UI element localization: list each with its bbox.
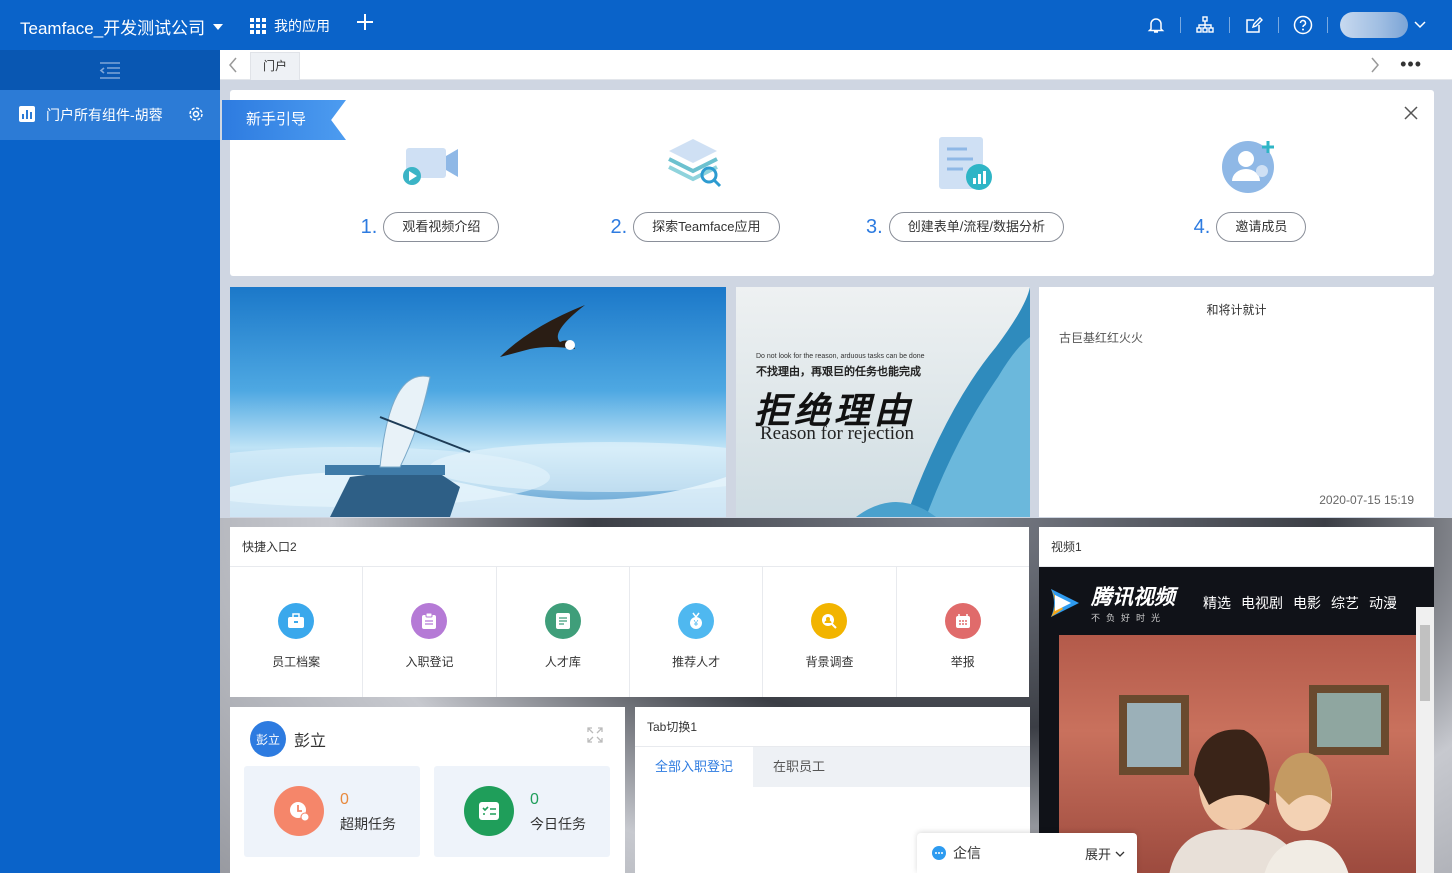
guide-step-2: 2. 探索Teamface应用 xyxy=(595,130,795,242)
tab-all-onboarding[interactable]: 全部入职登记 xyxy=(635,747,754,787)
guide-step-4: 4. 邀请成员 xyxy=(1150,130,1350,242)
video-nav-item[interactable]: 电影 xyxy=(1293,593,1321,613)
quick-item-report[interactable]: 举报 xyxy=(897,567,1029,697)
task-profile-card: 彭立 彭立 0 超期任务 0 今日任务 xyxy=(230,707,625,873)
overdue-tasks-stat[interactable]: 0 超期任务 xyxy=(244,766,420,857)
chat-bubble-icon xyxy=(931,845,947,861)
chevron-down-icon xyxy=(1115,851,1125,857)
watch-video-button[interactable]: 观看视频介绍 xyxy=(383,212,500,242)
chevron-down-icon[interactable] xyxy=(1408,13,1432,37)
recommend-icon: ¥ xyxy=(678,603,715,639)
user-avatar[interactable] xyxy=(1340,12,1408,38)
avatar: 彭立 xyxy=(250,721,286,757)
tencent-video-logo: 腾讯视频 不负好时光 xyxy=(1047,581,1175,624)
video-nav-item[interactable]: 电视剧 xyxy=(1241,593,1283,613)
video-camera-icon xyxy=(395,130,465,200)
top-bar: Teamface_开发测试公司 我的应用 xyxy=(0,0,1452,50)
note-date: 2020-07-15 15:19 xyxy=(1319,493,1414,507)
briefcase-icon xyxy=(278,603,315,639)
quick-item-recommend[interactable]: ¥ 推荐人才 xyxy=(630,567,764,697)
tab-portal[interactable]: 门户 xyxy=(250,52,301,80)
video-card: 视频1 腾讯视频 不负好时光 精选 电视剧 电影 综艺 动漫 xyxy=(1039,527,1434,873)
banner-image-slogan[interactable]: Do not look for the reason, arduous task… xyxy=(736,287,1030,517)
calendar-icon xyxy=(944,603,981,639)
create-form-button[interactable]: 创建表单/流程/数据分析 xyxy=(888,212,1064,242)
help-icon[interactable] xyxy=(1291,13,1315,37)
quick-item-employee-files[interactable]: 员工档案 xyxy=(230,567,364,697)
grid-icon xyxy=(250,18,266,34)
quick-entry-card: 快捷入口2 员工档案 入职登记 人才库 ¥ 推荐人才 背景调查 举报 xyxy=(230,527,1029,697)
search-person-icon xyxy=(811,603,848,639)
header-toolbar xyxy=(1144,12,1432,38)
clipboard-icon xyxy=(411,603,448,639)
form-analytics-icon xyxy=(930,130,1000,200)
layers-search-icon xyxy=(660,130,730,200)
edit-icon[interactable] xyxy=(1242,13,1266,37)
video-site-nav: 精选 电视剧 电影 综艺 动漫 xyxy=(1203,593,1397,613)
close-icon[interactable] xyxy=(1404,106,1418,123)
tab-switch-title: Tab切换1 xyxy=(635,707,1030,747)
sidebar-item-portal[interactable]: 门户所有组件-胡蓉 xyxy=(0,90,220,140)
menu-collapse-icon xyxy=(99,62,120,79)
org-chart-icon[interactable] xyxy=(1193,13,1217,37)
more-icon[interactable]: ••• xyxy=(1400,54,1422,75)
sidebar-item-label: 门户所有组件-胡蓉 xyxy=(46,107,163,123)
quick-entry-title: 快捷入口2 xyxy=(230,527,1029,567)
company-switcher[interactable]: Teamface_开发测试公司 xyxy=(20,14,224,39)
quick-item-talent-pool[interactable]: 人才库 xyxy=(497,567,630,697)
add-icon[interactable] xyxy=(356,12,374,36)
slogan-small-text: Do not look for the reason, arduous task… xyxy=(756,353,925,360)
onboarding-guide: 新手引导 1. 观看视频介绍 2. 探索Teamface应用 3. 创建表单/流… xyxy=(222,90,1434,276)
gear-icon[interactable] xyxy=(188,106,204,125)
note-title: 和将计就计 xyxy=(1206,303,1267,317)
bell-icon[interactable] xyxy=(1144,13,1168,37)
video-nav-item[interactable]: 动漫 xyxy=(1369,593,1397,613)
guide-step-3: 3. 创建表单/流程/数据分析 xyxy=(865,130,1065,242)
note-body: 古巨基红红火火 xyxy=(1059,331,1144,345)
sidebar-collapse-button[interactable] xyxy=(0,50,220,90)
tab-current-employees[interactable]: 在职员工 xyxy=(753,747,845,787)
company-name: Teamface_开发测试公司 xyxy=(20,19,206,38)
quick-item-onboarding[interactable]: 入职登记 xyxy=(363,567,497,697)
chevron-right-icon[interactable] xyxy=(1370,57,1380,76)
guide-title: 新手引导 xyxy=(222,100,346,140)
svg-text:¥: ¥ xyxy=(693,619,699,628)
note-card[interactable]: 和将计就计 古巨基红红火火 2020-07-15 15:19 xyxy=(1039,287,1434,517)
clock-icon xyxy=(274,786,324,836)
chevron-left-icon[interactable] xyxy=(228,57,238,76)
task-list-icon xyxy=(464,786,514,836)
guide-step-1: 1. 观看视频介绍 xyxy=(330,130,530,242)
expand-icon[interactable] xyxy=(587,727,603,746)
slogan-en-text: Reason for rejection xyxy=(760,423,915,444)
invite-member-icon xyxy=(1215,130,1285,200)
invite-members-button[interactable]: 邀请成员 xyxy=(1216,212,1307,242)
my-apps-button[interactable]: 我的应用 xyxy=(250,16,330,36)
qixin-chat-bar[interactable]: 企信 展开 xyxy=(917,833,1137,873)
caret-down-icon xyxy=(213,23,224,30)
qixin-label: 企信 xyxy=(953,845,981,861)
user-name: 彭立 xyxy=(294,733,327,750)
video-scrollbar[interactable] xyxy=(1416,607,1434,873)
video-title: 视频1 xyxy=(1039,527,1434,567)
slogan-cn-text: 不找理由，再艰巨的任务也能完成 xyxy=(756,366,921,378)
sidebar: 门户所有组件-胡蓉 xyxy=(0,50,220,873)
page-tab-strip: 门户 ••• xyxy=(220,50,1452,80)
my-apps-label: 我的应用 xyxy=(274,18,330,34)
banner-image-eagle[interactable] xyxy=(230,287,726,517)
video-nav-item[interactable]: 综艺 xyxy=(1331,593,1359,613)
today-tasks-stat[interactable]: 0 今日任务 xyxy=(434,766,610,857)
quick-item-background-check[interactable]: 背景调查 xyxy=(763,567,897,697)
explore-apps-button[interactable]: 探索Teamface应用 xyxy=(633,212,780,242)
qixin-expand-button[interactable]: 展开 xyxy=(1085,844,1125,863)
video-player[interactable]: 腾讯视频 不负好时光 精选 电视剧 电影 综艺 动漫 xyxy=(1039,567,1434,873)
bar-chart-icon xyxy=(18,105,36,126)
video-nav-item[interactable]: 精选 xyxy=(1203,593,1231,613)
portal-content: 新手引导 1. 观看视频介绍 2. 探索Teamface应用 3. 创建表单/流… xyxy=(220,80,1452,873)
document-icon xyxy=(544,603,581,639)
